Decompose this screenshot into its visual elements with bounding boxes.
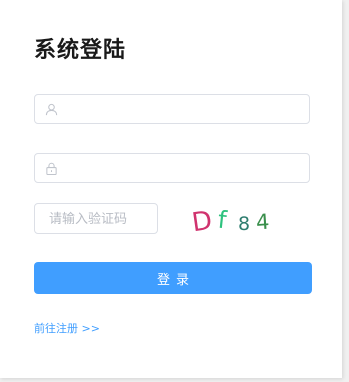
captcha-field[interactable] <box>34 203 158 234</box>
username-input[interactable] <box>65 95 301 123</box>
user-icon <box>45 103 58 116</box>
page-title: 系统登陆 <box>34 38 127 63</box>
captcha-char: D <box>190 205 215 239</box>
captcha-char: 4 <box>255 209 271 235</box>
register-link[interactable]: 前往注册 >> <box>34 320 100 336</box>
lock-icon <box>46 162 57 175</box>
password-field[interactable] <box>34 153 310 183</box>
captcha-char: 8 <box>238 213 251 235</box>
captcha-char: f <box>216 205 228 235</box>
password-input[interactable] <box>65 154 301 182</box>
captcha-input[interactable] <box>49 204 153 233</box>
login-card: 系统登陆 D f 8 4 登录 前往注册 >> <box>0 0 342 378</box>
captcha-image[interactable]: D f 8 4 <box>186 203 286 239</box>
login-button[interactable]: 登录 <box>34 262 312 294</box>
username-field[interactable] <box>34 94 310 124</box>
